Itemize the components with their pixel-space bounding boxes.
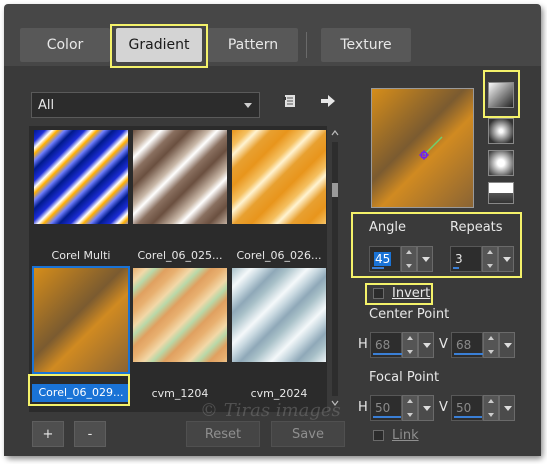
focal-v-updown[interactable] <box>483 395 499 421</box>
thumbnail-caption: Corel_06_026... <box>236 249 322 262</box>
focal-h-slider-bar <box>373 416 401 418</box>
focal-h-dropdown[interactable] <box>418 395 434 421</box>
add-gradient-button[interactable]: + <box>32 421 64 447</box>
repeats-dropdown[interactable] <box>498 246 514 272</box>
invert-label: Invert <box>392 286 431 301</box>
tab-color-label: Color <box>46 37 84 53</box>
angle-dropdown[interactable] <box>417 246 433 272</box>
gradient-tab-highlight <box>110 24 208 68</box>
library-file-icon[interactable] <box>282 93 298 109</box>
center-h-value: 68 <box>375 338 391 352</box>
focal-h-updown[interactable] <box>402 395 418 421</box>
thumbnail-caption: Corel_06_025... <box>137 249 223 262</box>
repeats-updown[interactable] <box>482 246 498 272</box>
angle-spinner[interactable]: 45 <box>369 246 433 272</box>
center-point-label: Center Point <box>369 307 450 322</box>
angle-slider-bar <box>372 267 384 269</box>
scrollbar-track <box>332 142 338 396</box>
scroll-up-icon[interactable] <box>331 130 339 136</box>
link-checkbox[interactable] <box>373 430 384 441</box>
reset-button[interactable]: Reset <box>186 421 260 447</box>
thumbnail-cvm-2024[interactable] <box>232 268 326 362</box>
center-h-dropdown[interactable] <box>418 332 434 358</box>
angle-label: Angle <box>369 220 406 235</box>
focal-v-value: 50 <box>456 401 472 415</box>
thumbnail-corel-06-026[interactable] <box>232 130 326 224</box>
center-v-dropdown[interactable] <box>499 332 515 358</box>
tab-pattern-label: Pattern <box>227 37 279 53</box>
thumbnail-corel-06-029-selected[interactable] <box>32 266 130 374</box>
repeats-spinner[interactable]: 3 <box>450 246 514 272</box>
center-v-spinner[interactable]: 68 <box>451 332 515 358</box>
repeats-slider-bar <box>453 267 459 269</box>
scrollbar-thumb[interactable] <box>332 183 338 197</box>
thumbnail-caption: Corel Multi <box>51 249 111 262</box>
repeats-value: 3 <box>455 252 463 266</box>
focal-v-dropdown[interactable] <box>499 395 515 421</box>
center-h-updown[interactable] <box>402 332 418 358</box>
focal-v-label: V <box>439 400 448 415</box>
focal-h-value: 50 <box>375 401 391 415</box>
tab-pattern[interactable]: Pattern <box>208 28 298 62</box>
angle-updown[interactable] <box>401 246 417 272</box>
tab-separator <box>306 32 307 58</box>
center-h-spinner[interactable]: 68 <box>370 332 434 358</box>
thumbnail-corel-06-025[interactable] <box>133 130 227 224</box>
tab-texture-label: Texture <box>340 37 392 53</box>
gradient-preview[interactable] <box>371 88 474 208</box>
category-dropdown-value: All <box>38 97 55 113</box>
thumbnail-corel-multi[interactable] <box>34 130 128 224</box>
center-v-value: 68 <box>456 338 472 352</box>
thumbnail-cvm-1204[interactable] <box>133 268 227 362</box>
sunburst-gradient-style-icon[interactable] <box>488 150 514 176</box>
focal-h-label: H <box>358 400 368 415</box>
selected-thumbnail-highlight <box>28 374 130 406</box>
tab-texture[interactable]: Texture <box>321 28 411 62</box>
category-dropdown[interactable]: All <box>31 92 260 118</box>
remove-gradient-button[interactable]: - <box>74 421 106 447</box>
focal-v-slider-bar <box>454 416 482 418</box>
link-label: Link <box>392 428 419 443</box>
chevron-down-icon <box>244 103 252 108</box>
invert-checkbox[interactable] <box>373 288 384 299</box>
arrow-right-icon[interactable] <box>320 93 336 109</box>
focal-h-spinner[interactable]: 50 <box>370 395 434 421</box>
center-h-label: H <box>358 337 368 352</box>
linear-gradient-style-icon[interactable] <box>488 82 514 108</box>
radial-gradient-style-icon[interactable] <box>488 182 514 204</box>
watermark: © Tiras images <box>200 400 341 421</box>
tab-color[interactable]: Color <box>20 28 110 62</box>
rectangular-gradient-style-icon[interactable] <box>488 118 514 144</box>
repeats-label: Repeats <box>450 220 503 235</box>
focal-v-spinner[interactable]: 50 <box>451 395 515 421</box>
focal-point-label: Focal Point <box>369 370 440 385</box>
angle-value: 45 <box>374 252 392 266</box>
center-v-updown[interactable] <box>483 332 499 358</box>
save-button[interactable]: Save <box>271 421 345 447</box>
center-v-label: V <box>439 337 448 352</box>
library-scrollbar[interactable] <box>330 128 340 410</box>
